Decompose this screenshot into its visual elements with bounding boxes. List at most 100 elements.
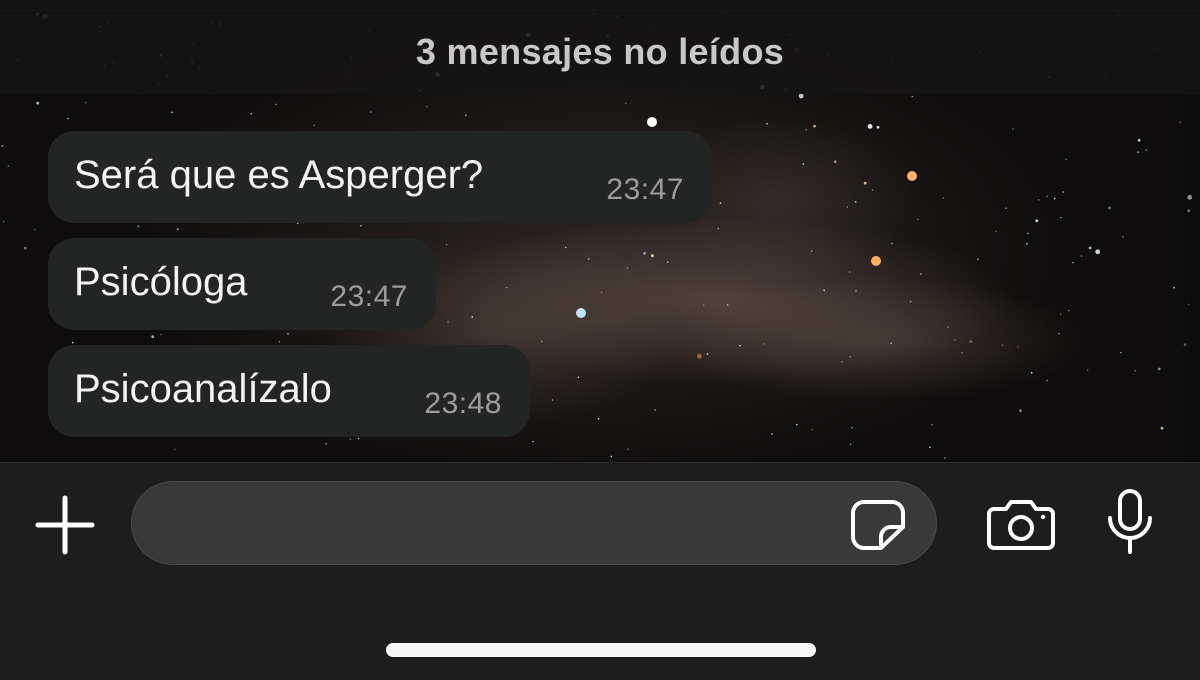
- star-dot: [36, 101, 40, 105]
- star-dot: [137, 225, 140, 227]
- star-dot: [278, 341, 281, 343]
- star-dot: [1145, 149, 1147, 151]
- star-dot: [369, 111, 372, 113]
- microphone-icon: [1108, 489, 1152, 554]
- star-dot: [426, 105, 428, 108]
- star-dot: [505, 286, 508, 289]
- star-dot: [654, 409, 656, 411]
- star-dot: [1060, 216, 1062, 219]
- star-dot: [1058, 332, 1060, 335]
- unread-messages-banner: 3 mensajes no leídos: [0, 10, 1200, 94]
- star-dot: [719, 202, 722, 204]
- star-dot: [67, 117, 69, 120]
- star-dot: [977, 258, 979, 261]
- star-dot: [447, 320, 449, 323]
- message-input[interactable]: [131, 481, 937, 565]
- star-dot: [702, 304, 705, 307]
- message-text: Psicóloga: [74, 259, 248, 304]
- message-bubble[interactable]: Será que es Asperger? 23:47: [48, 131, 712, 223]
- star-dot: [1026, 243, 1028, 245]
- star-dot: [942, 197, 945, 199]
- star-dot: [995, 230, 997, 233]
- star-dot: [871, 189, 874, 191]
- star-dot: [961, 351, 963, 354]
- star-dot: [706, 353, 709, 355]
- star-dot: [823, 289, 825, 292]
- star-dot: [610, 455, 613, 458]
- message-bubble[interactable]: Psicóloga 23:47: [48, 238, 436, 330]
- star-dot: [666, 261, 669, 263]
- star-dot: [717, 227, 720, 230]
- add-attachment-button[interactable]: [34, 494, 96, 556]
- star-dot: [849, 355, 852, 358]
- star-dot: [177, 228, 179, 230]
- star-dot: [1053, 197, 1056, 200]
- star-dot: [876, 125, 880, 129]
- star-dot: [1072, 261, 1074, 264]
- star-dot: [1019, 409, 1022, 413]
- star-dot: [600, 291, 603, 294]
- star-dot: [798, 93, 804, 99]
- star-dot: [250, 112, 253, 115]
- voice-message-button[interactable]: [1104, 488, 1156, 556]
- star-dot: [1027, 232, 1029, 235]
- star-dot: [796, 423, 798, 426]
- chat-screen: 3 mensajes no leídos Será que es Asperge…: [0, 0, 1200, 680]
- message-time: 23:47: [330, 280, 408, 313]
- star-dot: [833, 160, 837, 164]
- star-dot: [813, 124, 816, 128]
- star-dot: [891, 242, 893, 245]
- star-dot: [854, 201, 857, 203]
- star-dot: [1017, 346, 1019, 348]
- unread-banner-label: 3 mensajes no leídos: [415, 31, 785, 72]
- star-dot: [911, 95, 914, 98]
- star-dot: [626, 267, 629, 269]
- star-dot: [929, 446, 931, 449]
- star-dot: [931, 424, 933, 426]
- home-indicator[interactable]: [386, 643, 816, 657]
- bright-star: [871, 256, 881, 266]
- star-dot: [23, 246, 27, 250]
- star-dot: [697, 353, 702, 359]
- star-dot: [1080, 255, 1083, 257]
- star-dot: [1086, 369, 1089, 371]
- star-dot: [587, 258, 590, 260]
- message-bubble[interactable]: Psicoanalízalo 23:48: [48, 345, 530, 437]
- message-text: Psicoanalízalo: [74, 366, 332, 411]
- sticker-button[interactable]: [850, 499, 906, 551]
- star-dot: [349, 438, 352, 440]
- star-dot: [802, 163, 805, 165]
- star-dot: [1122, 235, 1124, 238]
- star-dot: [1035, 219, 1039, 223]
- message-time: 23:47: [606, 173, 684, 206]
- star-dot: [357, 437, 360, 440]
- star-dot: [1065, 158, 1067, 160]
- star-dot: [643, 252, 646, 255]
- star-dot: [84, 101, 87, 104]
- plus-icon: [35, 495, 95, 555]
- star-dot: [846, 206, 849, 208]
- star-dot: [916, 218, 919, 221]
- bright-star: [647, 117, 657, 127]
- star-dot: [1046, 195, 1048, 197]
- star-dot: [1005, 207, 1007, 209]
- star-dot: [810, 250, 813, 252]
- star-dot: [160, 333, 162, 336]
- star-dot: [171, 111, 173, 114]
- star-dot: [577, 376, 580, 379]
- star-dot: [1157, 367, 1161, 371]
- star-dot: [1001, 344, 1004, 347]
- star-dot: [920, 273, 922, 275]
- star-dot: [805, 128, 807, 131]
- camera-icon: [987, 500, 1055, 550]
- star-dot: [944, 457, 946, 459]
- star-dot: [1046, 379, 1048, 382]
- star-dot: [947, 326, 949, 328]
- camera-button[interactable]: [986, 499, 1056, 551]
- star-dot: [1120, 351, 1122, 354]
- bright-star: [576, 308, 586, 318]
- star-dot: [445, 243, 448, 246]
- star-dot: [540, 340, 543, 343]
- star-dot: [627, 448, 629, 451]
- star-dot: [848, 271, 851, 273]
